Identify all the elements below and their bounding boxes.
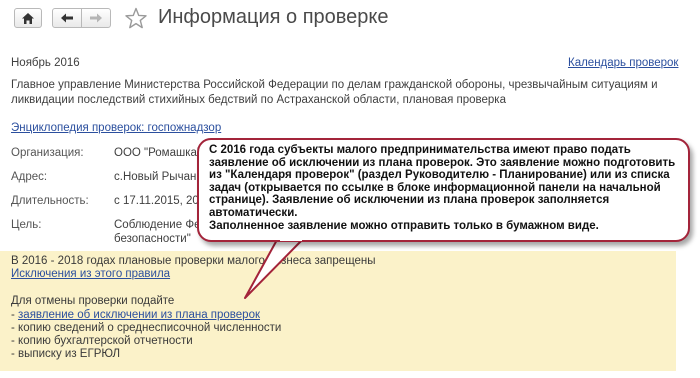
callout-line: Заполненное заявление можно отправить то… — [209, 219, 599, 232]
callout-line: задач (открывается по ссылке в блоке инф… — [209, 181, 661, 194]
callout-line: из "Календаря проверок" (раздел Руководи… — [209, 169, 670, 182]
callout-line: С 2016 года субъекты малого предпринимат… — [209, 144, 631, 156]
callout-pointer-join — [280, 236, 302, 241]
callout-line: заявление об исключении из плана проверо… — [209, 156, 676, 169]
callout-line: странице). Заявление об исключении из пл… — [209, 194, 610, 207]
callout-box: С 2016 года субъекты малого предпринимат… — [197, 138, 690, 242]
callout-line: автоматически. — [209, 206, 298, 219]
